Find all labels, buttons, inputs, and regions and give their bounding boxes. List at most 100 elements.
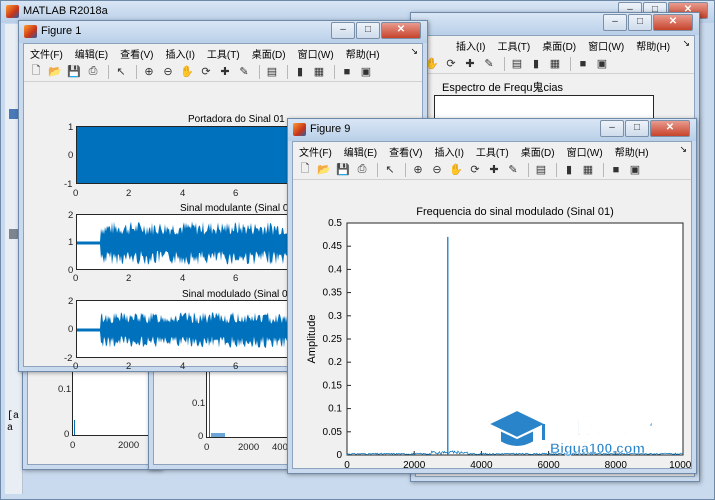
save-icon[interactable]: 💾 xyxy=(66,64,82,80)
figure9-close-button[interactable]: ✕ xyxy=(650,120,690,137)
espectro-menu-help[interactable]: 帮助(H) xyxy=(636,38,670,53)
espectro-axes-title: Espectro de Frequ鬼cias xyxy=(442,82,564,94)
pan-icon[interactable]: ✋ xyxy=(179,64,195,80)
hide-plot-tools-icon[interactable]: ■ xyxy=(339,64,355,80)
figure9-menu-desktop[interactable]: 桌面(D) xyxy=(521,144,555,159)
ax3-ytick-0: 2 xyxy=(68,296,74,307)
show-plot-tools-icon[interactable]: ▣ xyxy=(594,56,610,72)
espectro-minimize-button[interactable]: – xyxy=(603,14,627,31)
legend-icon[interactable]: ▦ xyxy=(547,56,563,72)
zoom-out-icon[interactable]: ⊖ xyxy=(429,162,445,178)
open-file-icon[interactable]: 📂 xyxy=(316,162,332,178)
figure9-menu-view[interactable]: 查看(V) xyxy=(389,144,422,159)
rotate-icon[interactable]: ⟳ xyxy=(467,162,483,178)
figure9-maximize-button[interactable]: □ xyxy=(625,120,649,137)
edit-plot-icon[interactable]: ↖ xyxy=(113,64,129,80)
edit-plot-icon[interactable]: ↖ xyxy=(382,162,398,178)
zoom-in-icon[interactable]: ⊕ xyxy=(410,162,426,178)
new-figure-icon[interactable]: 🗋 xyxy=(28,64,44,80)
bottom-mid-client: 0.2 0.1 0 0 2000 4000 xyxy=(153,357,294,465)
figure1-menu-edit[interactable]: 编辑(E) xyxy=(75,46,108,61)
hide-plot-tools-icon[interactable]: ■ xyxy=(608,162,624,178)
legend-icon[interactable]: ▦ xyxy=(311,64,327,80)
dock-arrow-icon[interactable]: ↘ xyxy=(682,38,690,49)
figure1-minimize-button[interactable]: – xyxy=(331,22,355,39)
bl-xtick-1: 2000 xyxy=(118,440,140,451)
rotate-icon[interactable]: ⟳ xyxy=(443,56,459,72)
figure9-ytick-5: 0.25 xyxy=(323,334,343,345)
brush-icon[interactable]: ✎ xyxy=(505,162,521,178)
figure9-ytick-4: 0.3 xyxy=(328,311,342,322)
figure1-menu-desktop[interactable]: 桌面(D) xyxy=(252,46,286,61)
figure1-menu-window[interactable]: 窗口(W) xyxy=(298,46,334,61)
figure9-menu-insert[interactable]: 插入(I) xyxy=(434,144,463,159)
figure9-toolbar: 🗋 📂 💾 ⎙ ↖ ⊕ ⊖ ✋ ⟳ ✚ ✎ ▤ ▮ ▦ ■ ▣ xyxy=(293,160,691,180)
link-icon[interactable]: ▤ xyxy=(533,162,549,178)
figure1-close-button[interactable]: ✕ xyxy=(381,22,421,39)
bottom-mid-noise xyxy=(211,433,225,437)
espectro-menu-tools[interactable]: 工具(T) xyxy=(497,38,530,53)
show-plot-tools-icon[interactable]: ▣ xyxy=(358,64,374,80)
figure9-xtick-1: 2000 xyxy=(403,460,426,469)
colorbar-icon[interactable]: ▮ xyxy=(528,56,544,72)
espectro-menu-desktop[interactable]: 桌面(D) xyxy=(542,38,576,53)
figure9-titlebar[interactable]: Figure 9 – □ ✕ xyxy=(288,119,696,141)
figure9-ytick-3: 0.35 xyxy=(323,288,343,299)
hide-plot-tools-icon[interactable]: ■ xyxy=(575,56,591,72)
figure9-minimize-button[interactable]: – xyxy=(600,120,624,137)
colorbar-icon[interactable]: ▮ xyxy=(561,162,577,178)
link-icon[interactable]: ▤ xyxy=(264,64,280,80)
bm-ytick-1: 0.1 xyxy=(192,398,206,409)
figure1-menu-help[interactable]: 帮助(H) xyxy=(346,46,380,61)
link-icon[interactable]: ▤ xyxy=(509,56,525,72)
figure1-menu-file[interactable]: 文件(F) xyxy=(30,46,63,61)
ax1-xtick-1: 2 xyxy=(126,188,132,199)
brush-icon[interactable]: ✎ xyxy=(236,64,252,80)
save-icon[interactable]: 💾 xyxy=(335,162,351,178)
figure9-ytick-8: 0.1 xyxy=(328,404,342,415)
bl-xtick-0: 0 xyxy=(70,440,76,451)
figure1-maximize-button[interactable]: □ xyxy=(356,22,380,39)
figure1-menu-insert[interactable]: 插入(I) xyxy=(165,46,194,61)
zoom-out-icon[interactable]: ⊖ xyxy=(160,64,176,80)
figure9-ytick-1: 0.45 xyxy=(323,241,343,252)
new-figure-icon[interactable]: 🗋 xyxy=(297,162,313,178)
espectro-titlebar: – □ ✕ xyxy=(411,13,699,35)
espectro-menu-window[interactable]: 窗口(W) xyxy=(588,38,624,53)
figure1-menu-view[interactable]: 查看(V) xyxy=(120,46,153,61)
watermark-url: Bigua100.com xyxy=(550,440,645,457)
ax1-ytick-2: -1 xyxy=(64,179,73,190)
watermark-cn-text: 必过源码 xyxy=(569,412,675,441)
figure9-menu-help[interactable]: 帮助(H) xyxy=(615,144,649,159)
figure1-titlebar[interactable]: Figure 1 – □ ✕ xyxy=(19,21,427,43)
figure1-menu-tools[interactable]: 工具(T) xyxy=(207,46,240,61)
espectro-maximize-button[interactable]: □ xyxy=(628,14,652,31)
colorbar-icon[interactable]: ▮ xyxy=(292,64,308,80)
figure9-xtick-0: 0 xyxy=(344,460,350,469)
rotate-icon[interactable]: ⟳ xyxy=(198,64,214,80)
bm-xtick-1: 2000 xyxy=(238,442,260,453)
print-icon[interactable]: ⎙ xyxy=(354,162,370,178)
print-icon[interactable]: ⎙ xyxy=(85,64,101,80)
figure9-menu-edit[interactable]: 编辑(E) xyxy=(344,144,377,159)
open-file-icon[interactable]: 📂 xyxy=(47,64,63,80)
zoom-in-icon[interactable]: ⊕ xyxy=(141,64,157,80)
datacursor-icon[interactable]: ✚ xyxy=(486,162,502,178)
figure9-menu-window[interactable]: 窗口(W) xyxy=(567,144,603,159)
ax2-ytick-1: 1 xyxy=(68,237,74,248)
figure9-dock-arrow-icon[interactable]: ↘ xyxy=(679,144,687,155)
pan-icon[interactable]: ✋ xyxy=(448,162,464,178)
legend-icon[interactable]: ▦ xyxy=(580,162,596,178)
figure1-dock-arrow-icon[interactable]: ↘ xyxy=(410,46,418,57)
show-plot-tools-icon[interactable]: ▣ xyxy=(627,162,643,178)
figure9-menu-file[interactable]: 文件(F) xyxy=(299,144,332,159)
matlab-logo-icon xyxy=(6,5,19,18)
datacursor-icon[interactable]: ✚ xyxy=(217,64,233,80)
espectro-close-button[interactable]: ✕ xyxy=(653,14,693,31)
figure9-menu-tools[interactable]: 工具(T) xyxy=(476,144,509,159)
espectro-menu-insert[interactable]: 插入(I) xyxy=(456,38,485,53)
brush-icon[interactable]: ✎ xyxy=(481,56,497,72)
figure1-menubar: 文件(F) 编辑(E) 查看(V) 插入(I) 工具(T) 桌面(D) 窗口(W… xyxy=(24,44,422,62)
datacursor-icon[interactable]: ✚ xyxy=(462,56,478,72)
ax1-xtick-0: 0 xyxy=(73,188,79,199)
